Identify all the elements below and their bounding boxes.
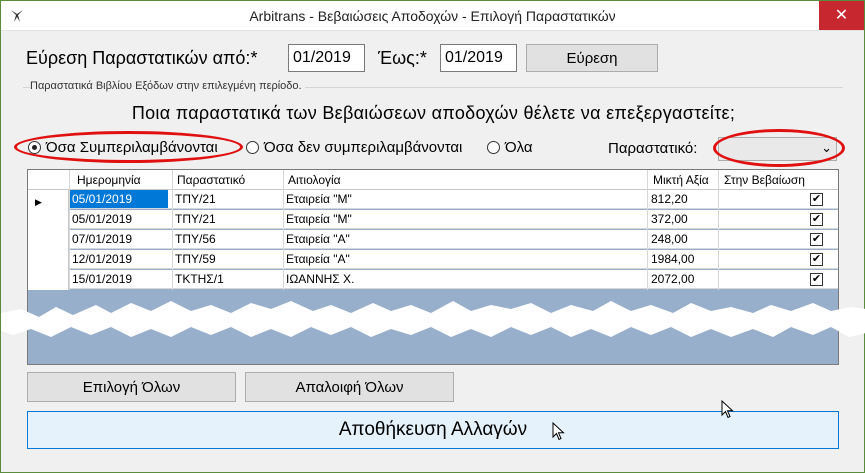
mouse-cursor-icon — [552, 422, 565, 441]
select-all-button[interactable]: Επιλογή Όλων — [27, 372, 236, 402]
cell-amount[interactable]: 812,20 — [651, 192, 688, 206]
radio-all-dot[interactable] — [487, 141, 500, 154]
cell-date[interactable]: 05/01/2019 — [72, 212, 132, 226]
grid-line — [172, 170, 173, 290]
current-row-arrow-icon: ▶ — [35, 197, 42, 207]
mouse-cursor-icon — [721, 400, 734, 419]
table-row[interactable]: 12/01/2019 ΤΠΥ/59 Εταιρεία "Α" 1984,00 ✔ — [69, 250, 838, 269]
cell-document[interactable]: ΤΚΤΗΣ/1 — [175, 272, 224, 286]
column-header-date[interactable]: Ημερομηνία — [77, 173, 141, 187]
cell-document[interactable]: ΤΠΥ/59 — [175, 252, 216, 266]
cell-amount[interactable]: 1984,00 — [651, 252, 694, 266]
cell-reason[interactable]: ΙΩΑΝΝΗΣ Χ. — [286, 272, 354, 286]
highlight-ellipse-included — [14, 131, 243, 163]
in-certificate-checkbox[interactable]: ✔ — [810, 273, 823, 286]
column-header-in-certificate[interactable]: Στην Βεβαίωση — [724, 173, 805, 187]
cell-reason[interactable]: Εταιρεία "Α" — [286, 252, 350, 266]
window-title: Arbitrans - Βεβαιώσεις Αποδοχών - Επιλογ… — [249, 8, 616, 24]
column-header-document[interactable]: Παραστατικό — [177, 173, 245, 187]
cell-date[interactable]: 12/01/2019 — [72, 252, 132, 266]
in-certificate-checkbox[interactable]: ✔ — [810, 253, 823, 266]
search-button[interactable]: Εύρεση — [526, 44, 658, 72]
grid-line — [647, 170, 648, 290]
cell-amount[interactable]: 2072,00 — [651, 272, 694, 286]
column-header-amount[interactable]: Μικτή Αξία — [653, 173, 709, 187]
radio-excluded-dot[interactable] — [246, 141, 259, 154]
table-row[interactable]: 05/01/2019 ΤΠΥ/21 Εταιρεία "Μ" 372,00 ✔ — [69, 210, 838, 229]
from-label: Εύρεση Παραστατικών από:* — [26, 48, 258, 68]
cell-date[interactable]: 07/01/2019 — [72, 232, 132, 246]
main-window: Arbitrans - Βεβαιώσεις Αποδοχών - Επιλογ… — [0, 0, 865, 473]
to-period-input[interactable] — [440, 44, 517, 72]
table-row[interactable]: 15/01/2019 ΤΚΤΗΣ/1 ΙΩΑΝΝΗΣ Χ. 2072,00 ✔ — [69, 270, 838, 289]
cell-amount[interactable]: 248,00 — [651, 232, 688, 246]
cell-reason[interactable]: Εταιρεία "Α" — [286, 232, 350, 246]
cell-document[interactable]: ΤΠΥ/56 — [175, 232, 216, 246]
table-row[interactable]: 07/01/2019 ΤΠΥ/56 Εταιρεία "Α" 248,00 ✔ — [69, 230, 838, 249]
save-changes-button[interactable]: Αποθήκευση Αλλαγών — [27, 411, 839, 449]
document-label: Παραστατικό: — [608, 140, 698, 157]
title-bar[interactable]: Arbitrans - Βεβαιώσεις Αποδοχών - Επιλογ… — [1, 1, 864, 31]
radio-all[interactable]: Όλα — [487, 139, 533, 156]
in-certificate-checkbox[interactable]: ✔ — [810, 193, 823, 206]
grid-header: Ημερομηνία Παραστατικό Αιτιολογία Μικτή … — [28, 170, 838, 190]
question-heading: Ποια παραστατικά των Βεβαιώσεων αποδοχών… — [131, 103, 736, 123]
table-row[interactable]: 05/01/2019 ΤΠΥ/21 Εταιρεία "Μ" 812,20 ✔ — [69, 190, 838, 209]
grid-line — [283, 170, 284, 290]
cell-document[interactable]: ΤΠΥ/21 — [175, 192, 216, 206]
from-period-input[interactable] — [288, 44, 365, 72]
torn-edge-decoration — [1, 301, 865, 337]
grid-line — [69, 170, 70, 290]
column-header-reason[interactable]: Αιτιολογία — [288, 173, 341, 187]
group-label: Παραστατικά Βιβλίου Εξόδων στην επιλεγμέ… — [30, 80, 305, 92]
close-button[interactable]: ✕ — [819, 1, 864, 30]
to-label: Έως:* — [378, 48, 427, 68]
radio-excluded[interactable]: Όσα δεν συμπεριλαμβάνονται — [246, 139, 462, 156]
cell-reason[interactable]: Εταιρεία "Μ" — [286, 192, 352, 206]
highlight-ellipse-document — [713, 129, 845, 167]
cell-amount[interactable]: 372,00 — [651, 212, 688, 226]
cell-document[interactable]: ΤΠΥ/21 — [175, 212, 216, 226]
in-certificate-checkbox[interactable]: ✔ — [810, 213, 823, 226]
radio-all-label: Όλα — [505, 139, 533, 156]
radio-excluded-label: Όσα δεν συμπεριλαμβάνονται — [264, 139, 463, 156]
clear-all-button[interactable]: Απαλοιφή Όλων — [245, 372, 454, 402]
in-certificate-checkbox[interactable]: ✔ — [810, 233, 823, 246]
cell-reason[interactable]: Εταιρεία "Μ" — [286, 212, 352, 226]
grid-line — [718, 170, 719, 290]
cell-date[interactable]: 15/01/2019 — [72, 272, 132, 286]
cell-date[interactable]: 05/01/2019 — [69, 190, 168, 208]
